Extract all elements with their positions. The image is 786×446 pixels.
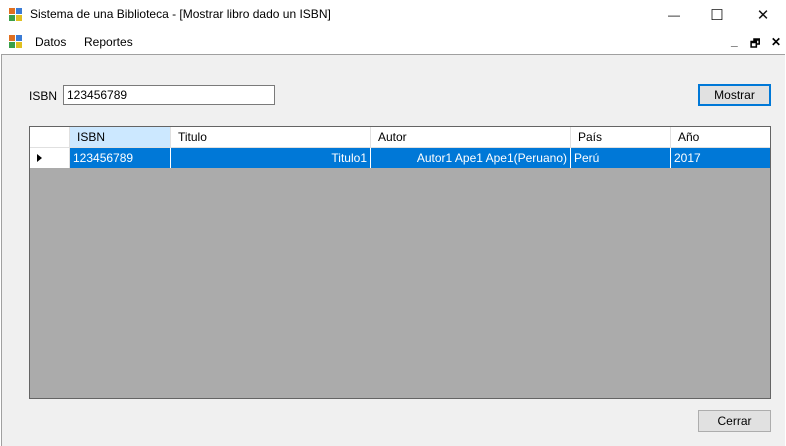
- mdi-close-icon[interactable]: ✕: [771, 35, 781, 49]
- column-header-pais[interactable]: País: [571, 127, 671, 148]
- column-header-anio[interactable]: Año: [671, 127, 770, 148]
- window-title: Sistema de una Biblioteca - [Mostrar lib…: [30, 7, 331, 21]
- current-row-arrow-icon: [37, 154, 42, 162]
- close-button[interactable]: ✕: [740, 0, 786, 30]
- menu-reportes[interactable]: Reportes: [84, 35, 133, 49]
- grid-corner-header[interactable]: [30, 127, 70, 148]
- minimize-icon: —: [668, 8, 680, 22]
- mostrar-button[interactable]: Mostrar: [698, 84, 771, 106]
- cell-anio[interactable]: 2017: [671, 148, 770, 168]
- column-header-titulo[interactable]: Titulo: [171, 127, 371, 148]
- cell-pais[interactable]: Perú: [571, 148, 671, 168]
- results-grid[interactable]: ISBN Titulo Autor País Año 123456789 Tit…: [29, 126, 771, 399]
- row-header[interactable]: [30, 148, 70, 168]
- column-header-autor[interactable]: Autor: [371, 127, 571, 148]
- cerrar-button[interactable]: Cerrar: [698, 410, 771, 432]
- cell-titulo[interactable]: Titulo1: [171, 148, 371, 168]
- isbn-input[interactable]: 123456789: [63, 85, 275, 105]
- menu-datos[interactable]: Datos: [35, 35, 66, 49]
- close-icon: ✕: [756, 7, 770, 24]
- mdi-restore-icon[interactable]: 🗗: [750, 35, 760, 54]
- column-header-isbn[interactable]: ISBN: [70, 127, 171, 148]
- maximize-button[interactable]: ☐: [694, 0, 740, 30]
- mdi-child-icon[interactable]: [9, 35, 23, 49]
- cell-isbn[interactable]: 123456789: [70, 148, 171, 168]
- minimize-button[interactable]: —: [651, 0, 697, 30]
- app-icon: [9, 8, 23, 22]
- menu-bar: Datos Reportes: [0, 30, 786, 54]
- mdi-minimize-icon[interactable]: _: [731, 34, 738, 48]
- cell-autor[interactable]: Autor1 Ape1 Ape1(Peruano): [371, 148, 571, 168]
- title-bar[interactable]: Sistema de una Biblioteca - [Mostrar lib…: [0, 0, 786, 30]
- isbn-label: ISBN: [29, 89, 58, 103]
- maximize-icon: ☐: [710, 7, 724, 24]
